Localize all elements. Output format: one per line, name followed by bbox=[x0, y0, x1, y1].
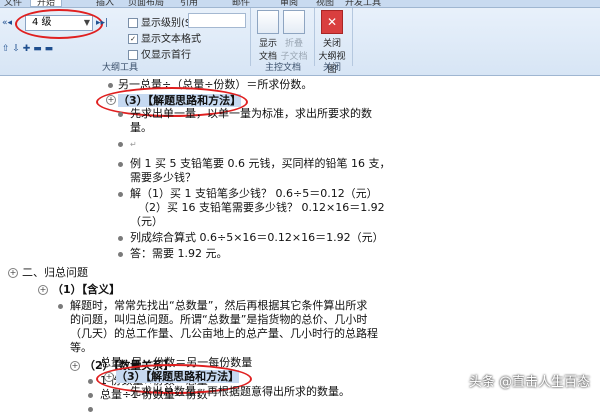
tab-insert[interactable]: 插入 bbox=[96, 0, 114, 7]
outline-bullet[interactable] bbox=[118, 112, 123, 117]
outline-bullet[interactable] bbox=[108, 83, 113, 88]
move-up-icon[interactable]: ⇧ ⇩ ✚ ▬ ▬ bbox=[2, 42, 53, 56]
tab-page-layout[interactable]: 页面布局 bbox=[128, 0, 164, 7]
outline-tools-group-label: 大纲工具 bbox=[101, 63, 138, 73]
show-text-format-row[interactable]: ✓ 显示文本格式 bbox=[128, 30, 201, 45]
outline-bullet[interactable] bbox=[118, 142, 123, 147]
expand-plus-icon[interactable]: + bbox=[38, 285, 48, 295]
show-first-line-row[interactable]: 仅显示首行 bbox=[128, 46, 191, 61]
demote-icon[interactable]: ▸▸| bbox=[96, 16, 108, 30]
outline-body-text: 的问题，叫归总问题。所谓“总数量”是指货物的总价、几小时 bbox=[70, 313, 368, 326]
watermark-text: 头条 @直击人生百态 bbox=[468, 375, 590, 390]
close-group-label: 关闭 bbox=[322, 63, 341, 73]
outline-bullet[interactable] bbox=[118, 192, 123, 197]
tab-review[interactable]: 审阅 bbox=[280, 0, 298, 7]
outline-body-text: 解（1）买 1 支铅笔多少钱？ 0.6÷5＝0.12（元） bbox=[130, 187, 378, 200]
tab-mailings[interactable]: 邮件 bbox=[232, 0, 250, 7]
outline-bullet[interactable] bbox=[118, 162, 123, 167]
outline-bullet[interactable] bbox=[118, 252, 123, 257]
tab-developer[interactable]: 开发工具 bbox=[345, 0, 381, 7]
close-icon: ✕ bbox=[321, 10, 343, 34]
outline-body-text: 列成综合算式 0.6÷5×16＝0.12×16＝1.92（元） bbox=[130, 231, 384, 244]
outline-body-text: 先求出总数量，再根据题意得出所求的数量。 bbox=[130, 385, 350, 398]
group-divider bbox=[352, 8, 353, 66]
list-icon bbox=[128, 18, 138, 28]
expand-plus-icon[interactable]: + bbox=[8, 268, 18, 278]
outline-bullet[interactable] bbox=[88, 379, 93, 384]
outline-bullet[interactable] bbox=[58, 304, 63, 309]
master-doc-group-label: 主控文档 bbox=[264, 63, 301, 73]
outline-body-text: 需要多少钱？ bbox=[130, 171, 196, 184]
tab-references[interactable]: 引用 bbox=[180, 0, 198, 7]
show-document-button[interactable]: 显示 文档 bbox=[254, 10, 282, 62]
outline-body-text: 例 1 买 5 支铅笔要 0.6 元钱，买同样的铅笔 16 支， bbox=[130, 157, 391, 170]
outline-body-text: （2）买 16 支铅笔需要多少钱？ 0.12×16＝1.92 bbox=[138, 201, 385, 214]
promote-to-heading-icon[interactable]: «◂ bbox=[2, 16, 12, 30]
outline-body-text: 答：需要 1.92 元。 bbox=[130, 247, 228, 260]
outline-bullet[interactable] bbox=[88, 393, 93, 398]
red-circle-annotation bbox=[15, 9, 103, 39]
show-level-combo[interactable] bbox=[188, 13, 246, 28]
document-icon bbox=[257, 10, 279, 34]
outline-body-text: 等。 bbox=[70, 341, 92, 354]
expand-plus-icon[interactable]: + bbox=[70, 361, 80, 371]
collapse-subdocuments-button[interactable]: 折叠 子文档 bbox=[280, 10, 308, 62]
outline-bullet[interactable] bbox=[118, 236, 123, 241]
collapse-icon bbox=[283, 10, 305, 34]
outline-body-text: （几天）的总工作量、几公亩地上的总产量、几小时行的总路程 bbox=[70, 327, 378, 340]
outline-body-text: ↵ bbox=[130, 140, 137, 149]
checkbox-checked-icon[interactable]: ✓ bbox=[128, 34, 138, 44]
outline-body-text: 先求出单一量，以单一量为标准，求出所要求的数 bbox=[130, 107, 372, 120]
ribbon: 文件 开始 插入 页面布局 引用 邮件 审阅 视图 开发工具 «◂ 4 级 ▼ … bbox=[0, 0, 600, 76]
outline-bullet[interactable] bbox=[88, 407, 93, 412]
tab-file[interactable]: 文件 bbox=[4, 0, 22, 7]
tab-view[interactable]: 视图 bbox=[316, 0, 334, 7]
outline-body-text: （元） bbox=[130, 215, 163, 228]
group-divider bbox=[250, 8, 251, 66]
outline-body-text: 解题时，常常先找出“总数量”，然后再根据其它条件算出所求 bbox=[70, 299, 368, 312]
document-outline[interactable]: 另一总量÷（总量÷份数）＝所求份数。 + （3）【解题思路和方法】 先求出单一量… bbox=[0, 76, 600, 400]
checkbox-icon[interactable] bbox=[128, 50, 138, 60]
group-divider bbox=[314, 8, 315, 66]
tab-home[interactable]: 开始 bbox=[30, 0, 63, 7]
outline-heading-level1: 二、归总问题 bbox=[22, 266, 88, 279]
ribbon-tab-bar: 文件 开始 插入 页面布局 引用 邮件 审阅 视图 开发工具 bbox=[0, 0, 600, 8]
outline-body-text: 量。 bbox=[130, 121, 152, 134]
outline-heading: （1）【含义】 bbox=[52, 283, 121, 296]
